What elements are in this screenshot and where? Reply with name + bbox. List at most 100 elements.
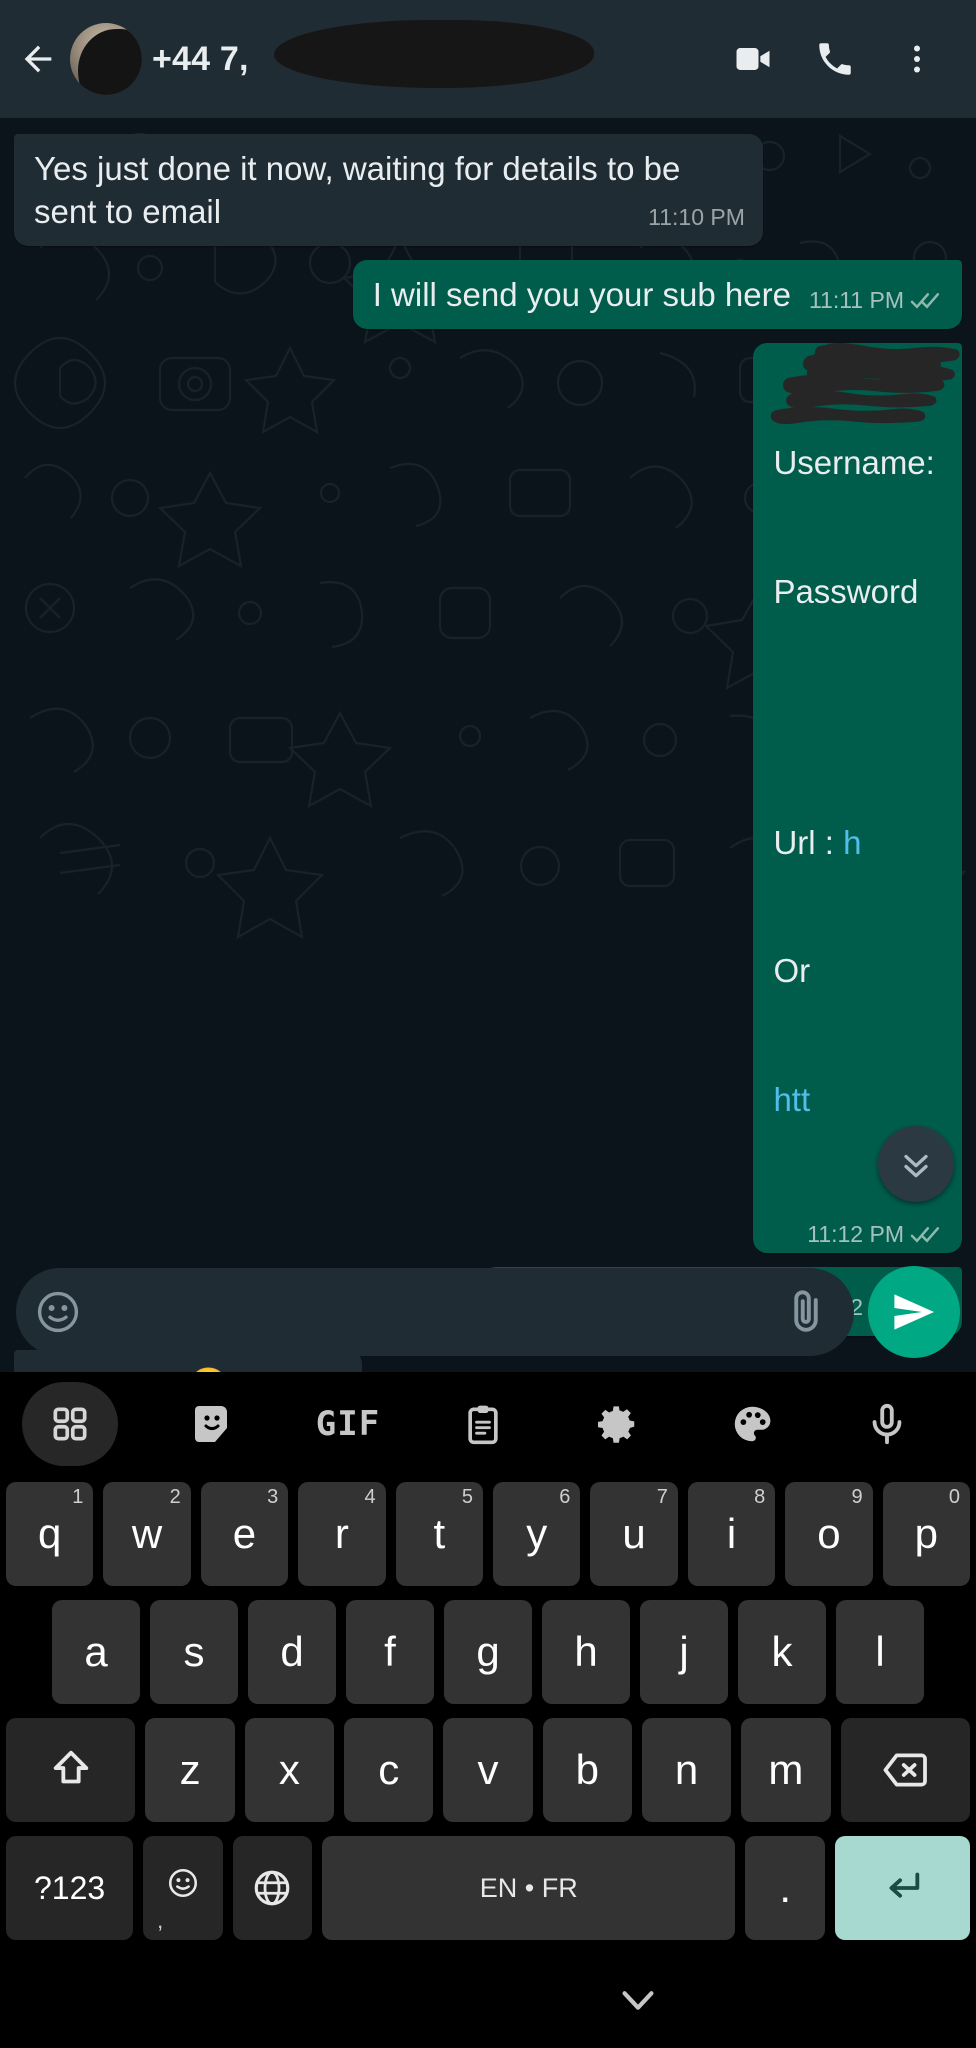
hide-keyboard-button[interactable] [615, 1977, 661, 2028]
paperclip-icon[interactable] [780, 1286, 832, 1338]
key-a[interactable]: a [52, 1600, 140, 1704]
key-label: d [280, 1628, 304, 1675]
key-label: u [622, 1510, 646, 1557]
keyboard-voice-button[interactable] [819, 1382, 954, 1466]
system-navigation-bar [0, 1956, 976, 2048]
url-link[interactable]: h [843, 824, 861, 861]
read-receipt-double-check-icon [910, 291, 944, 311]
key-sup: 3 [267, 1486, 279, 1508]
back-button[interactable] [10, 31, 66, 87]
key-label: o [817, 1510, 841, 1557]
key-l[interactable]: l [836, 1600, 924, 1704]
language-globe-icon [255, 1870, 290, 1906]
keyboard-sticker-button[interactable] [146, 1382, 281, 1466]
theme-palette-icon [734, 1406, 771, 1442]
phone-call-icon [819, 43, 851, 75]
key-j[interactable]: j [640, 1600, 728, 1704]
key-sup: 9 [851, 1486, 863, 1508]
key-label: x [278, 1746, 300, 1793]
key-m[interactable]: m [741, 1718, 831, 1822]
key-e[interactable]: 3e [200, 1482, 289, 1586]
key-label: l [875, 1628, 885, 1675]
key-label: f [384, 1628, 396, 1675]
key-r[interactable]: 4r [298, 1482, 386, 1586]
key-h[interactable]: h [542, 1600, 630, 1704]
key-z[interactable]: z [145, 1718, 235, 1822]
keyboard-settings-button[interactable] [550, 1382, 685, 1466]
message-text: I will send you your sub here [372, 275, 791, 313]
key-sup: 1 [72, 1486, 84, 1508]
key-g[interactable]: g [444, 1600, 532, 1704]
scroll-to-bottom-button[interactable] [878, 1126, 954, 1202]
keyboard-gif-button[interactable]: GIF [281, 1382, 416, 1466]
key-sup: 5 [461, 1486, 473, 1508]
key-p[interactable]: 0p [882, 1482, 971, 1586]
sticker-icon [195, 1406, 228, 1442]
chat-title-area[interactable]: +44 7, [152, 0, 712, 118]
key-label: j [679, 1628, 689, 1675]
key-t[interactable]: 5t [395, 1482, 483, 1586]
key-label: e [232, 1510, 257, 1557]
message-meta: 11:12 PM [807, 1220, 944, 1250]
key-emoji[interactable]: , [143, 1836, 223, 1940]
key-period[interactable]: . [745, 1836, 825, 1940]
message-bubble-outgoing[interactable]: I will send you your sub here 11:11 PM [352, 259, 962, 329]
key-label: k [771, 1628, 793, 1675]
arrow-left-icon [24, 45, 52, 73]
message-text: Yes just done it now, waiting for detail… [34, 150, 690, 230]
key-w[interactable]: 2w [103, 1482, 191, 1586]
key-v[interactable]: v [443, 1718, 533, 1822]
key-s[interactable]: s [150, 1600, 238, 1704]
key-d[interactable]: d [248, 1600, 336, 1704]
key-x[interactable]: x [244, 1718, 335, 1822]
key-label: q [37, 1510, 62, 1557]
keyboard-row-2: a s d f g h j k l [6, 1600, 970, 1704]
avatar[interactable] [70, 23, 142, 95]
emoji-smiley-icon[interactable] [34, 1288, 82, 1336]
send-button[interactable] [868, 1266, 960, 1358]
url-link-alt[interactable]: htt [773, 1081, 810, 1118]
message-bubble-credentials[interactable]: Username: Password Url : h Or htt 11:12 … [753, 342, 962, 1254]
key-sup: 6 [559, 1486, 571, 1508]
key-shift[interactable] [6, 1718, 136, 1822]
key-enter[interactable] [834, 1836, 971, 1940]
key-symbols[interactable]: ?123 [6, 1836, 134, 1940]
key-f[interactable]: f [346, 1600, 434, 1704]
key-u[interactable]: 7u [590, 1482, 678, 1586]
backspace-icon [883, 1753, 928, 1787]
key-language[interactable] [232, 1836, 313, 1940]
shift-icon [53, 1750, 88, 1784]
overflow-menu-icon [914, 45, 920, 73]
key-backspace[interactable] [840, 1718, 971, 1822]
key-b[interactable]: b [542, 1718, 632, 1822]
message-time: 11:12 PM [807, 1220, 904, 1247]
message-input-bar [0, 1266, 976, 1358]
key-label: w [131, 1510, 163, 1557]
message-list[interactable]: 42 [0, 118, 976, 1372]
key-y[interactable]: 6y [493, 1482, 581, 1586]
key-n[interactable]: n [641, 1718, 732, 1822]
credentials-line: Password [773, 573, 919, 611]
keyboard-apps-button[interactable] [22, 1382, 118, 1466]
key-c[interactable]: c [344, 1718, 434, 1822]
video-call-button[interactable] [712, 18, 794, 100]
voice-call-button[interactable] [794, 18, 876, 100]
key-label: s [183, 1628, 205, 1675]
key-space[interactable]: EN • FR [322, 1836, 736, 1940]
key-label: . [779, 1864, 791, 1911]
keyboard-theme-button[interactable] [685, 1382, 820, 1466]
key-i[interactable]: 8i [687, 1482, 776, 1586]
keyboard-row-3: z x c v b n m [6, 1718, 971, 1822]
message-bubble-incoming[interactable]: Yes just done it now, waiting for detail… [14, 134, 763, 246]
key-label: ?123 [33, 1869, 106, 1906]
key-k[interactable]: k [738, 1600, 826, 1704]
composer[interactable] [16, 1268, 854, 1356]
message-time: 11:10 PM [648, 203, 745, 230]
apps-grid-icon [53, 1407, 87, 1441]
key-o[interactable]: 9o [785, 1482, 873, 1586]
key-q[interactable]: 1q [5, 1482, 94, 1586]
keyboard-clipboard-button[interactable] [415, 1382, 550, 1466]
settings-gear-icon [598, 1406, 635, 1443]
overflow-menu-button[interactable] [876, 18, 958, 100]
messages-container: Yes just done it now, waiting for detail… [0, 134, 976, 1372]
